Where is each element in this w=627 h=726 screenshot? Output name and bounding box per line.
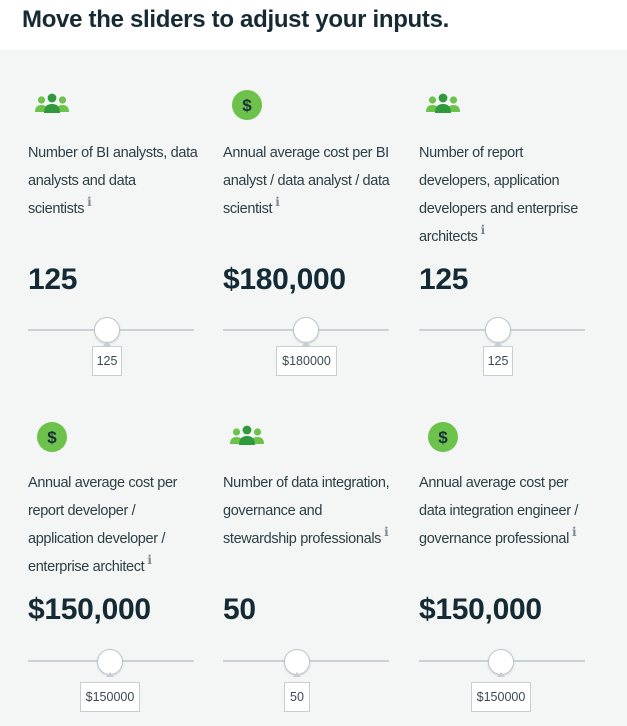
value-input[interactable]: [92, 346, 122, 376]
value-display: $150,000: [28, 593, 151, 626]
slider-thumb[interactable]: [293, 317, 319, 343]
info-icon[interactable]: i: [572, 525, 577, 539]
dollar-icon: $: [428, 422, 458, 452]
input-card-data-integration-cost: $ Annual average cost per data integrati…: [419, 420, 594, 720]
dollar-icon: $: [37, 422, 67, 452]
value-display: 50: [223, 593, 256, 626]
input-label: Number of report developers, application…: [419, 145, 578, 245]
value-display: $180,000: [223, 263, 346, 296]
input-pointer: [293, 672, 301, 677]
value-display: $150,000: [419, 593, 542, 626]
input-card-report-developer-cost: $ Annual average cost per report develop…: [28, 420, 203, 720]
input-card-bi-analyst-cost: $ Annual average cost per BI analyst / d…: [223, 90, 398, 410]
value-display: 125: [419, 263, 469, 296]
header-bar: Move the sliders to adjust your inputs.: [0, 0, 627, 50]
page-title: Move the sliders to adjust your inputs.: [22, 6, 450, 33]
input-card-data-integration: Number of data integration, governance a…: [223, 420, 398, 720]
people-icon: [426, 93, 460, 113]
svg-text:$: $: [242, 96, 252, 115]
people-icon: [35, 93, 69, 113]
value-input[interactable]: [284, 682, 310, 712]
input-card-bi-analysts: Number of BI analysts, data analysts and…: [28, 90, 203, 410]
slider-thumb[interactable]: [485, 317, 511, 343]
slider-thumb[interactable]: [94, 317, 120, 343]
value-input[interactable]: [80, 682, 140, 712]
svg-text:$: $: [47, 428, 57, 447]
info-icon[interactable]: i: [87, 195, 92, 209]
value-input[interactable]: [276, 346, 337, 376]
svg-text:$: $: [438, 428, 448, 447]
input-label: Number of BI analysts, data analysts and…: [28, 145, 198, 217]
people-icon: [230, 425, 264, 445]
info-icon[interactable]: i: [384, 525, 389, 539]
info-icon[interactable]: i: [275, 195, 280, 209]
value-input[interactable]: [483, 346, 513, 376]
input-label: Annual average cost per BI analyst / dat…: [223, 145, 390, 217]
input-label: Annual average cost per report developer…: [28, 475, 178, 575]
input-label: Annual average cost per data integration…: [419, 475, 579, 547]
info-icon[interactable]: i: [481, 223, 486, 237]
input-pointer: [106, 672, 114, 677]
dollar-icon: $: [232, 90, 262, 120]
input-label: Number of data integration, governance a…: [223, 475, 390, 547]
input-card-report-developers: Number of report developers, application…: [419, 90, 594, 410]
value-input[interactable]: [471, 682, 531, 712]
info-icon[interactable]: i: [147, 553, 152, 567]
input-pointer: [497, 672, 505, 677]
value-display: 125: [28, 263, 78, 296]
